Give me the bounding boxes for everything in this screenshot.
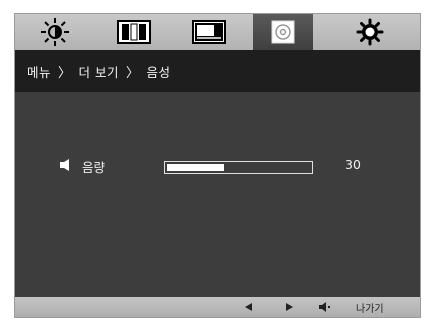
- speaker-icon: [60, 159, 69, 171]
- tab-bar: [15, 14, 420, 50]
- tab-settings[interactable]: [340, 14, 400, 50]
- bottom-bar: 나가기: [15, 297, 420, 317]
- right-arrow-icon: [286, 303, 293, 311]
- tab-contrast[interactable]: [104, 14, 164, 50]
- contrast-icon: [117, 20, 151, 44]
- left-button[interactable]: [245, 297, 252, 317]
- tab-picture[interactable]: [179, 14, 239, 50]
- volume-slider-fill: [167, 164, 224, 171]
- sound-settings-panel: 음량 30: [15, 92, 420, 297]
- volume-button[interactable]: [319, 297, 331, 317]
- breadcrumb-menu[interactable]: 메뉴: [27, 62, 51, 81]
- settings-gear-icon: [356, 18, 384, 46]
- volume-value: 30: [345, 157, 361, 172]
- left-arrow-icon: [245, 303, 252, 311]
- breadcrumb: 메뉴 〉 더 보기 〉 음성: [27, 62, 171, 81]
- breadcrumb-separator: 〉: [126, 65, 140, 81]
- sound-icon: [271, 20, 295, 44]
- breadcrumb-more[interactable]: 더 보기: [79, 62, 119, 81]
- breadcrumb-separator: 〉: [58, 65, 72, 81]
- picture-icon: [192, 20, 226, 44]
- brightness-icon: [41, 18, 69, 46]
- exit-button[interactable]: 나가기: [356, 297, 384, 317]
- breadcrumb-sound: 음성: [146, 64, 171, 80]
- volume-slider[interactable]: [164, 161, 313, 174]
- speaker-icon: [319, 302, 330, 312]
- tab-sound[interactable]: [253, 14, 313, 50]
- tab-brightness[interactable]: [25, 14, 85, 50]
- osd-menu: 메뉴 〉 더 보기 〉 음성 음량 30 나가기: [14, 13, 421, 318]
- exit-label: 나가기: [356, 303, 384, 315]
- right-button[interactable]: [286, 297, 293, 317]
- breadcrumb-bar: 메뉴 〉 더 보기 〉 음성: [15, 50, 420, 92]
- volume-label: 음량: [82, 160, 106, 175]
